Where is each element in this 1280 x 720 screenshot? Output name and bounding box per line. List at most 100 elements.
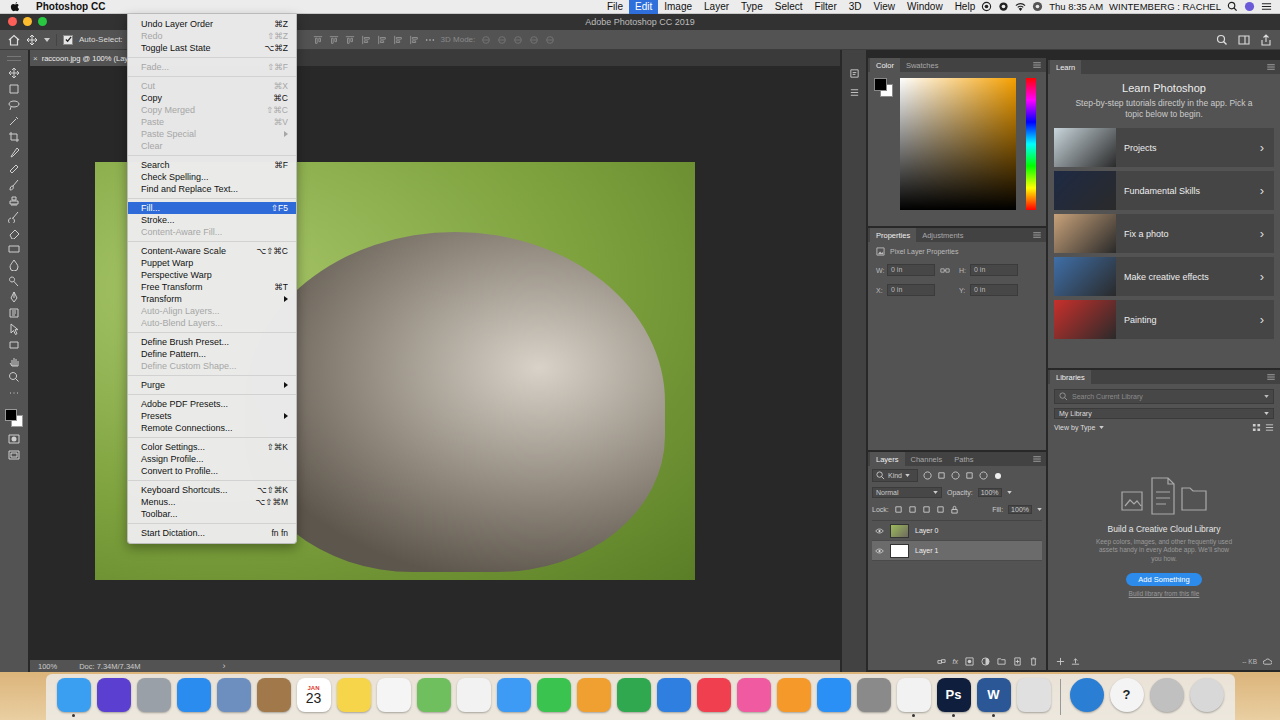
tool-icon[interactable]	[8, 211, 20, 223]
app-icon[interactable]	[897, 678, 931, 712]
dock-item[interactable]	[576, 678, 612, 717]
saturation-field[interactable]	[900, 78, 1016, 210]
menu-item[interactable]: Undo Layer Order ⌘Z	[128, 18, 296, 30]
blend-mode-dropdown[interactable]: Normal	[872, 487, 942, 498]
fill-caret-icon[interactable]	[1037, 508, 1042, 511]
filter-type-icon[interactable]	[965, 471, 974, 480]
visibility-eye-icon[interactable]	[875, 548, 884, 554]
menu-item[interactable]: Menus... ⌥⇧⌘M	[128, 496, 296, 508]
tool-icon[interactable]	[8, 307, 20, 319]
user-name[interactable]: WINTEMBERG : RACHEL	[1109, 1, 1221, 12]
tool-icon[interactable]	[8, 339, 20, 351]
panel-icon[interactable]	[849, 87, 860, 98]
tool-icon[interactable]	[8, 355, 20, 367]
lock-option-icon[interactable]	[908, 505, 917, 514]
app-icon[interactable]	[97, 678, 131, 712]
document-tab-title[interactable]: raccoon.jpg @ 100% (Lay	[42, 54, 128, 63]
close-button[interactable]	[8, 17, 17, 26]
dock-item[interactable]	[736, 678, 772, 717]
menu-item[interactable]: Copy ⌘C	[128, 92, 296, 104]
3d-mode-icon[interactable]	[481, 35, 491, 45]
dock-item[interactable]	[896, 678, 932, 717]
apple-icon[interactable]	[10, 1, 20, 13]
siri-icon[interactable]	[1244, 1, 1255, 12]
screen-mode-icon[interactable]	[8, 449, 20, 461]
toolbar-grip[interactable]	[7, 56, 21, 61]
panel-menu-icon[interactable]	[1033, 62, 1041, 68]
app-icon[interactable]	[177, 678, 211, 712]
tool-icon[interactable]	[8, 83, 20, 95]
3d-mode-icon[interactable]	[545, 35, 555, 45]
dock-item[interactable]: W	[976, 678, 1012, 717]
panel-tab[interactable]: Learn	[1050, 60, 1081, 74]
app-icon[interactable]: Ps	[937, 678, 971, 712]
fill-value[interactable]: 100%	[1008, 505, 1032, 514]
topic-chevron[interactable]: ›	[1260, 312, 1264, 327]
app-icon[interactable]	[337, 678, 371, 712]
filter-type-icon[interactable]	[923, 471, 932, 480]
filter-toggle[interactable]	[995, 473, 1001, 479]
panel-menu-icon[interactable]	[1267, 374, 1275, 380]
field-input[interactable]: 0 in	[887, 284, 935, 296]
dock-item[interactable]	[1016, 678, 1052, 717]
align-icon[interactable]	[329, 35, 339, 45]
panel-tab[interactable]: Color	[870, 58, 900, 72]
clock[interactable]: Thu 8:35 AM	[1049, 1, 1103, 12]
panel-menu-icon[interactable]	[1033, 232, 1041, 238]
field-input[interactable]: 0 in	[887, 264, 935, 276]
menu-item[interactable]: Adobe PDF Presets...	[128, 398, 296, 410]
record-icon[interactable]	[998, 1, 1009, 12]
foreground-color-swatch[interactable]	[5, 409, 17, 421]
menu-item[interactable]: Define Brush Preset...	[128, 336, 296, 348]
dock-item[interactable]	[696, 678, 732, 717]
library-search-field[interactable]: Search Current Library	[1054, 389, 1274, 404]
app-icon[interactable]	[417, 678, 451, 712]
menu-item[interactable]: Stroke...	[128, 214, 296, 226]
layer-style-button[interactable]: fx	[953, 658, 958, 665]
menu-item[interactable]: Keyboard Shortcuts... ⌥⇧⌘K	[128, 484, 296, 496]
learn-topic-card[interactable]: Painting ›	[1054, 300, 1274, 339]
menu-bar-item[interactable]: Type	[735, 0, 769, 14]
menu-bar-item[interactable]: Photoshop CC	[30, 0, 597, 14]
zoom-button[interactable]	[38, 17, 47, 26]
menu-item[interactable]: Check Spelling...	[128, 171, 296, 183]
search-icon[interactable]	[1216, 34, 1228, 46]
group-folder-icon[interactable]	[997, 657, 1006, 666]
align-icon[interactable]	[409, 35, 419, 45]
tool-icon[interactable]	[8, 195, 20, 207]
menu-item[interactable]: Puppet Warp	[128, 257, 296, 269]
menu-bar-item[interactable]: 3D	[843, 0, 868, 14]
hue-slider[interactable]	[1026, 78, 1036, 210]
3d-mode-icon[interactable]	[529, 35, 539, 45]
panel-tab[interactable]: Adjustments	[916, 228, 969, 242]
menu-item[interactable]: Find and Replace Text...	[128, 183, 296, 195]
app-icon[interactable]	[1190, 678, 1224, 712]
tool-icon[interactable]	[8, 179, 20, 191]
dock-item[interactable]	[216, 678, 252, 717]
panel-tab[interactable]: Layers	[870, 452, 905, 466]
add-mask-icon[interactable]	[965, 657, 974, 666]
dock-item[interactable]	[1069, 678, 1105, 717]
menu-bar-item[interactable]: Help	[949, 0, 982, 14]
topic-label[interactable]: Painting	[1124, 315, 1252, 325]
tool-icon[interactable]	[8, 99, 20, 111]
layer-name[interactable]: Layer 0	[915, 527, 938, 534]
dock-item[interactable]	[616, 678, 652, 717]
eye-status-icon[interactable]	[981, 1, 992, 12]
dock-item[interactable]	[96, 678, 132, 717]
dock-item[interactable]	[56, 678, 92, 717]
dock-item[interactable]	[136, 678, 172, 717]
app-icon[interactable]	[137, 678, 171, 712]
tool-icon[interactable]	[8, 115, 20, 127]
menu-item[interactable]: Transform	[128, 293, 296, 305]
app-icon[interactable]	[777, 678, 811, 712]
dock-item[interactable]: Ps	[936, 678, 972, 717]
new-layer-icon[interactable]	[1013, 657, 1022, 666]
menu-item[interactable]: Perspective Warp	[128, 269, 296, 281]
layer-name[interactable]: Layer 1	[915, 547, 938, 554]
app-icon[interactable]	[497, 678, 531, 712]
tool-icon[interactable]	[8, 387, 20, 399]
field-input[interactable]: 0 in	[970, 264, 1018, 276]
tool-icon[interactable]	[8, 163, 20, 175]
dock-item[interactable]	[816, 678, 852, 717]
